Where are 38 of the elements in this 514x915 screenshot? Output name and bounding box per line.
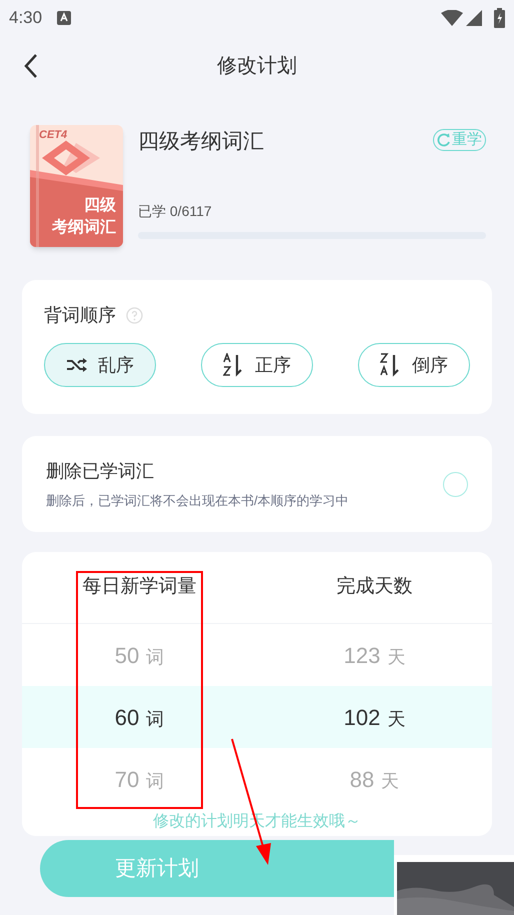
unit-label: 天 <box>387 646 406 668</box>
cover-tag: CET4 <box>39 127 68 144</box>
picker-row[interactable]: 60 词 102 天 <box>22 686 492 748</box>
section-title: 背词顺序 <box>44 304 116 327</box>
back-icon <box>24 53 38 79</box>
unit-label: 词 <box>146 646 164 668</box>
help-icon <box>126 307 143 324</box>
days-value: 88 <box>350 766 374 794</box>
cover-title: 考纲词汇 <box>52 218 116 238</box>
order-option[interactable]: 正序 <box>201 343 313 387</box>
book-title: 四级考纲词汇 <box>138 129 264 155</box>
refresh-icon <box>437 133 451 147</box>
page-title: 修改计划 <box>216 54 298 79</box>
unit-label: 词 <box>146 708 164 730</box>
sort-ascending-icon <box>223 353 245 377</box>
signal-icon <box>466 10 482 26</box>
setting-description: 删除后，已学词汇将不会出现在本书/本顺序的学习中 <box>46 492 350 510</box>
days-value: 102 <box>344 704 380 732</box>
words-value: 70 <box>114 766 140 794</box>
sort-descending-icon <box>380 353 402 377</box>
setting-title: 删除已学词汇 <box>46 460 155 483</box>
keyboard-icon <box>57 10 72 24</box>
words-value: 50 <box>114 642 140 670</box>
progress-text: 已学 0/6117 <box>138 202 213 221</box>
order-option[interactable]: 乱序 <box>44 343 156 387</box>
battery-icon <box>494 8 505 28</box>
days-value: 123 <box>344 642 380 670</box>
column-header: 完成天数 <box>336 575 412 600</box>
shuffle-icon <box>66 357 88 373</box>
words-value: 60 <box>114 704 140 732</box>
unit-label: 天 <box>381 770 400 792</box>
unit-label: 词 <box>146 770 164 792</box>
order-option[interactable]: 倒序 <box>358 343 470 387</box>
status-time: 4:30 <box>9 6 42 29</box>
column-header: 每日新学词量 <box>82 575 196 600</box>
cover-title: 四级 <box>83 196 116 216</box>
unit-label: 天 <box>387 708 406 730</box>
wifi-icon <box>441 10 463 26</box>
